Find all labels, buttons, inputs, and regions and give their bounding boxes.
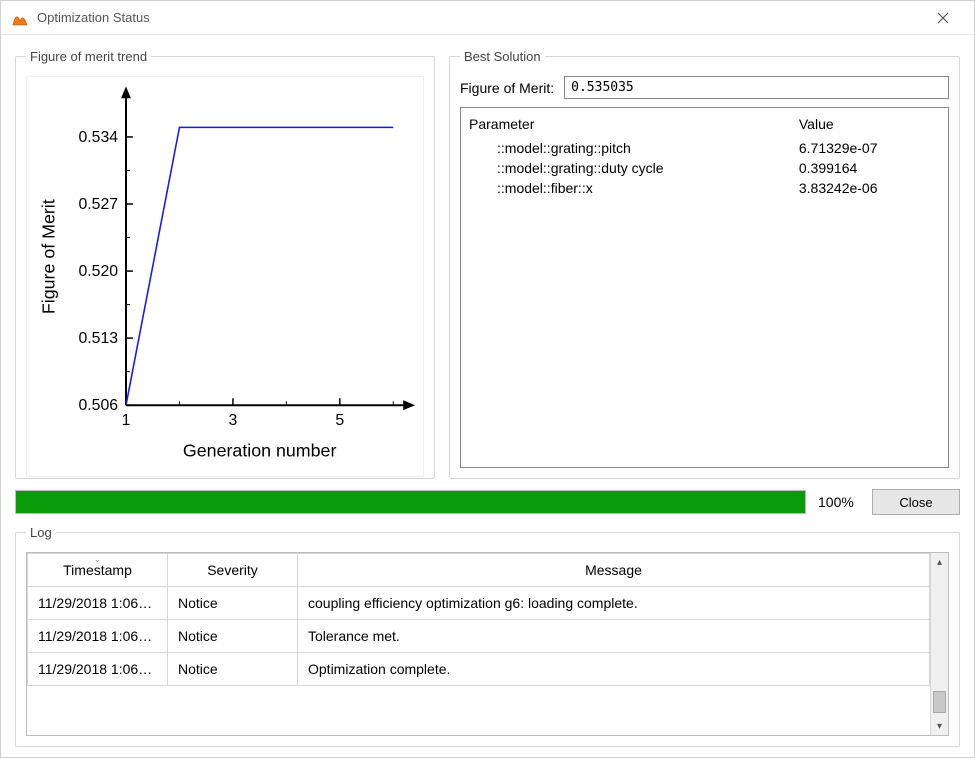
value-header: Value: [799, 114, 940, 138]
figure-of-merit-row: Figure of Merit:: [460, 76, 949, 99]
chart-svg: 0.506 0.513 0.520 0.527 0.534 1 3 5 Generation n…: [27, 77, 423, 476]
progress-percent: 100%: [818, 494, 860, 510]
scroll-track[interactable]: [931, 571, 948, 717]
titlebar: Optimization Status: [1, 1, 974, 35]
svg-text:0.520: 0.520: [78, 263, 118, 280]
scroll-down-icon[interactable]: ▾: [931, 717, 948, 735]
svg-text:Generation number: Generation number: [183, 441, 337, 461]
top-row: Figure of merit trend 0.5060.5130.5200.5…: [15, 49, 960, 479]
log-cell-timestamp: 11/29/2018 1:06…: [28, 653, 168, 686]
svg-text:5: 5: [335, 412, 344, 429]
param-row: ::model::fiber::x3.83242e-06: [469, 178, 940, 198]
log-row: 11/29/2018 1:06…NoticeTolerance met.: [28, 620, 930, 653]
best-solution-group: Best Solution Figure of Merit: Parameter…: [449, 49, 960, 479]
progress-fill: [16, 491, 805, 513]
log-scrollbar[interactable]: ▴ ▾: [930, 553, 948, 735]
window-title: Optimization Status: [37, 10, 150, 25]
svg-text:0.534: 0.534: [78, 129, 118, 146]
svg-text:0.513: 0.513: [78, 330, 118, 347]
svg-text:1: 1: [122, 412, 131, 429]
svg-text:Figure of Merit: Figure of Merit: [39, 199, 59, 314]
log-cell-severity: Notice: [168, 653, 298, 686]
param-value-cell: 6.71329e-07: [799, 138, 940, 158]
log-cell-severity: Notice: [168, 587, 298, 620]
log-cell-message: Tolerance met.: [298, 620, 930, 653]
param-value-cell: 3.83242e-06: [799, 178, 940, 198]
log-legend: Log: [26, 525, 56, 540]
param-name-cell: ::model::fiber::x: [469, 178, 799, 198]
chart-group-legend: Figure of merit trend: [26, 49, 151, 64]
optimization-status-window: Optimization Status Figure of merit tren…: [0, 0, 975, 758]
param-name-cell: ::model::grating::duty cycle: [469, 158, 799, 178]
svg-text:3: 3: [229, 412, 238, 429]
log-wrap: ⌄ Timestamp Severity Message 11/29/2018 …: [26, 552, 949, 736]
log-table: ⌄ Timestamp Severity Message 11/29/2018 …: [27, 553, 930, 686]
param-row: ::model::grating::pitch6.71329e-07: [469, 138, 940, 158]
close-button[interactable]: Close: [872, 489, 960, 515]
figure-of-merit-trend-group: Figure of merit trend 0.5060.5130.5200.5…: [15, 49, 435, 479]
param-header: Parameter: [469, 114, 799, 138]
window-close-button[interactable]: [922, 4, 964, 32]
svg-text:0.506: 0.506: [78, 397, 118, 414]
progress-row: 100% Close: [15, 489, 960, 515]
app-icon: [11, 9, 29, 27]
log-cell-timestamp: 11/29/2018 1:06…: [28, 587, 168, 620]
log-cell-message: Optimization complete.: [298, 653, 930, 686]
close-icon: [937, 12, 949, 24]
figure-of-merit-label: Figure of Merit:: [460, 80, 554, 96]
parameters-table: Parameter Value ::model::grating::pitch6…: [469, 114, 940, 198]
chart-canvas: 0.506 0.513 0.520 0.527 0.534 1 3 5 Generation n…: [26, 76, 424, 477]
scroll-up-icon[interactable]: ▴: [931, 553, 948, 571]
param-name-cell: ::model::grating::pitch: [469, 138, 799, 158]
parameters-box: Parameter Value ::model::grating::pitch6…: [460, 107, 949, 468]
log-row: 11/29/2018 1:06…NoticeOptimization compl…: [28, 653, 930, 686]
param-value-cell: 0.399164: [799, 158, 940, 178]
log-group: Log ⌄ Timestamp Se: [15, 525, 960, 747]
progress-bar: [15, 490, 806, 514]
log-col-severity[interactable]: Severity: [168, 554, 298, 587]
svg-text:0.527: 0.527: [78, 196, 118, 213]
log-cell-severity: Notice: [168, 620, 298, 653]
log-table-wrap: ⌄ Timestamp Severity Message 11/29/2018 …: [27, 553, 930, 735]
figure-of-merit-value[interactable]: [564, 76, 949, 99]
content-area: Figure of merit trend 0.5060.5130.5200.5…: [1, 35, 974, 757]
log-cell-timestamp: 11/29/2018 1:06…: [28, 620, 168, 653]
best-solution-legend: Best Solution: [460, 49, 545, 64]
param-row: ::model::grating::duty cycle0.399164: [469, 158, 940, 178]
log-col-timestamp[interactable]: ⌄ Timestamp: [28, 554, 168, 587]
log-row: 11/29/2018 1:06…Noticecoupling efficienc…: [28, 587, 930, 620]
sort-indicator-icon: ⌄: [94, 554, 102, 565]
scroll-thumb[interactable]: [933, 691, 946, 713]
log-col-message[interactable]: Message: [298, 554, 930, 587]
log-cell-message: coupling efficiency optimization g6: loa…: [298, 587, 930, 620]
